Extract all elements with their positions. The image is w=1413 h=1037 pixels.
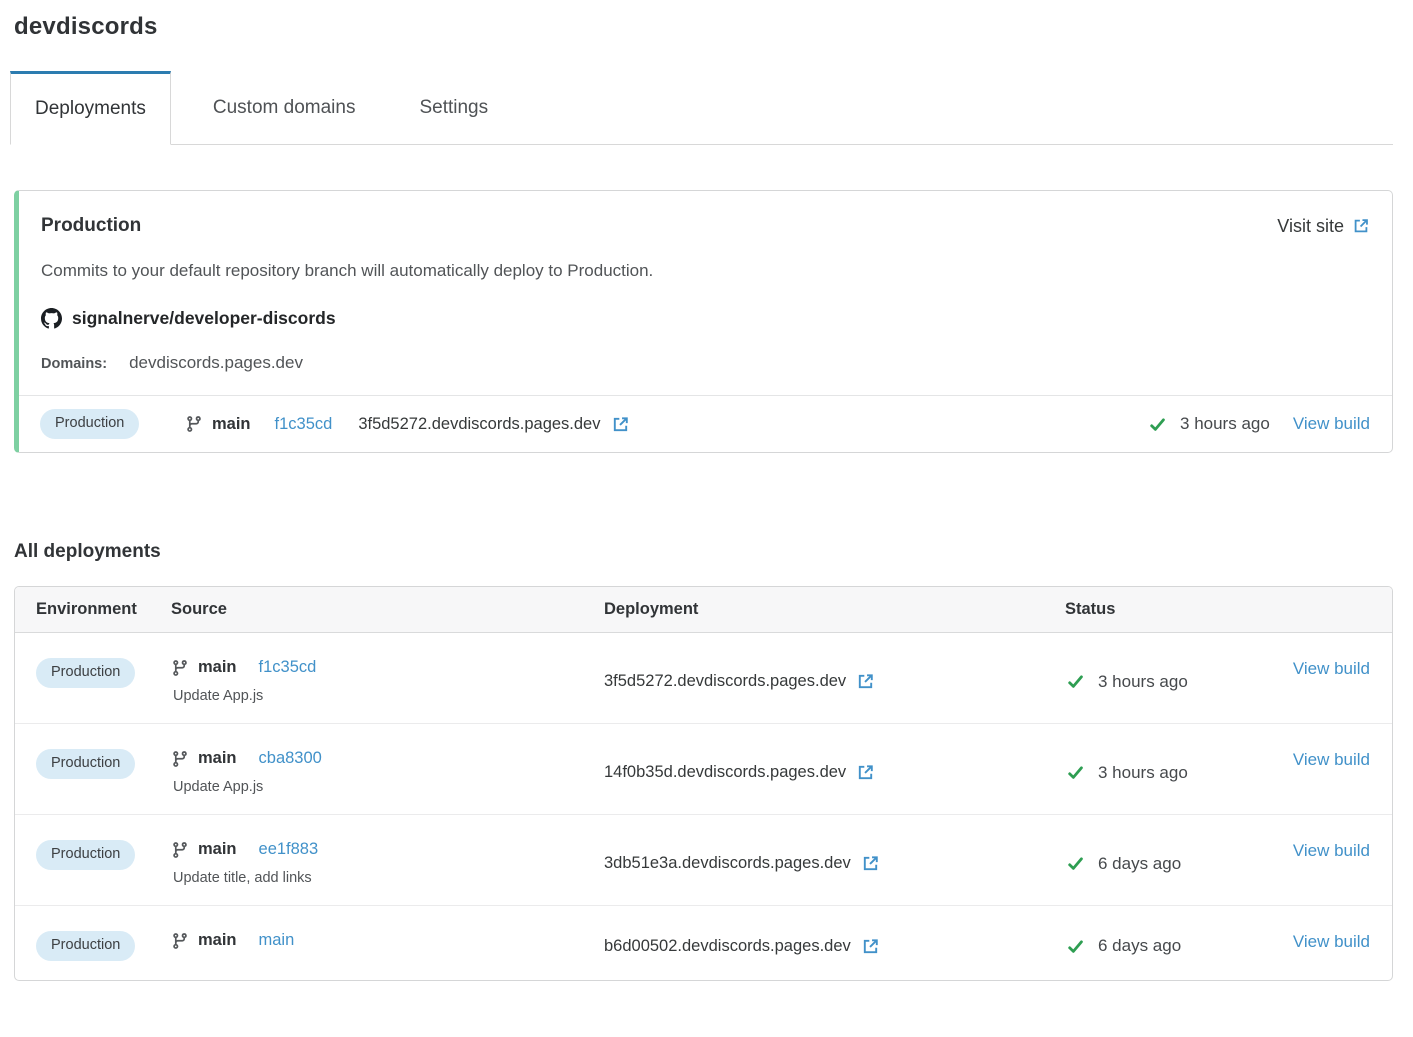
git-branch-icon bbox=[171, 750, 189, 768]
external-link-icon[interactable] bbox=[856, 672, 875, 691]
all-deployments-title: All deployments bbox=[14, 541, 1393, 563]
view-build-link[interactable]: View build bbox=[1293, 841, 1370, 861]
external-link-icon bbox=[1352, 217, 1370, 235]
table-header-row: Environment Source Deployment Status bbox=[15, 587, 1392, 633]
deployments-table-body: Production main f1c35cd Update App.js 3f… bbox=[15, 633, 1392, 980]
deployment-url: 14f0b35d.devdiscords.pages.dev bbox=[604, 763, 846, 782]
tab-bar: Deployments Custom domains Settings bbox=[10, 71, 1393, 145]
view-build-link[interactable]: View build bbox=[1293, 750, 1370, 770]
commit-message: Update App.js bbox=[173, 688, 316, 704]
external-link-icon[interactable] bbox=[861, 937, 880, 956]
status-time: 6 days ago bbox=[1098, 936, 1181, 956]
external-link-icon[interactable] bbox=[861, 854, 880, 873]
page-title: devdiscords bbox=[14, 13, 1393, 41]
success-check-icon bbox=[1065, 764, 1086, 781]
column-header-source: Source bbox=[171, 600, 604, 619]
branch-name: main bbox=[198, 658, 237, 677]
environment-badge: Production bbox=[40, 409, 139, 439]
tab-settings[interactable]: Settings bbox=[397, 71, 510, 144]
repository-name: signalnerve/developer-discords bbox=[72, 308, 336, 329]
tab-custom-domains[interactable]: Custom domains bbox=[191, 71, 378, 144]
table-row: Production main f1c35cd Update App.js 3f… bbox=[15, 633, 1392, 723]
column-header-deployment: Deployment bbox=[604, 600, 1065, 619]
environment-badge: Production bbox=[36, 931, 135, 961]
git-branch-icon bbox=[171, 659, 189, 677]
branch-name: main bbox=[198, 931, 237, 950]
visit-site-label: Visit site bbox=[1277, 216, 1344, 237]
commit-link[interactable]: main bbox=[259, 931, 295, 950]
git-branch-icon bbox=[171, 932, 189, 950]
deployments-table: Environment Source Deployment Status Pro… bbox=[14, 586, 1393, 981]
tab-deployments[interactable]: Deployments bbox=[10, 71, 171, 145]
branch-name: main bbox=[212, 415, 251, 434]
table-row: Production main ee1f883 Update title, ad… bbox=[15, 814, 1392, 905]
github-mark-icon bbox=[41, 308, 62, 329]
domains-value: devdiscords.pages.dev bbox=[129, 353, 303, 373]
commit-link[interactable]: ee1f883 bbox=[259, 840, 319, 859]
commit-message: Update App.js bbox=[173, 779, 322, 795]
visit-site-link[interactable]: Visit site bbox=[1277, 216, 1370, 237]
deployment-url: 3f5d5272.devdiscords.pages.dev bbox=[604, 672, 846, 691]
production-card: Production Visit site Commits to your de… bbox=[14, 190, 1393, 453]
environment-badge: Production bbox=[36, 749, 135, 779]
production-card-title: Production bbox=[41, 215, 141, 237]
domains-label: Domains: bbox=[41, 356, 107, 372]
page: devdiscords Deployments Custom domains S… bbox=[0, 0, 1413, 981]
git-branch-icon bbox=[171, 841, 189, 859]
external-link-icon[interactable] bbox=[856, 763, 875, 782]
success-check-icon bbox=[1065, 855, 1086, 872]
commit-link[interactable]: cba8300 bbox=[259, 749, 322, 768]
branch-name: main bbox=[198, 749, 237, 768]
table-row: Production main main b6d00502.devdiscord… bbox=[15, 905, 1392, 980]
production-deployment-row: Production main f1c35cd 3f5d5272.devdisc… bbox=[19, 396, 1392, 452]
environment-badge: Production bbox=[36, 658, 135, 688]
column-header-status: Status bbox=[1065, 600, 1284, 619]
success-check-icon bbox=[1147, 416, 1168, 433]
production-description: Commits to your default repository branc… bbox=[19, 237, 1392, 281]
deployment-url: b6d00502.devdiscords.pages.dev bbox=[604, 937, 851, 956]
git-branch-icon bbox=[185, 415, 203, 433]
status-time: 3 hours ago bbox=[1098, 672, 1188, 692]
view-build-link[interactable]: View build bbox=[1293, 414, 1370, 434]
success-check-icon bbox=[1065, 673, 1086, 690]
deployment-url: 3f5d5272.devdiscords.pages.dev bbox=[358, 415, 600, 434]
table-row: Production main cba8300 Update App.js 14… bbox=[15, 723, 1392, 814]
commit-link[interactable]: f1c35cd bbox=[259, 658, 317, 677]
view-build-link[interactable]: View build bbox=[1293, 932, 1370, 952]
external-link-icon[interactable] bbox=[611, 415, 630, 434]
success-check-icon bbox=[1065, 938, 1086, 955]
deployment-url: 3db51e3a.devdiscords.pages.dev bbox=[604, 854, 851, 873]
commit-link[interactable]: f1c35cd bbox=[275, 415, 333, 434]
commit-message: Update title, add links bbox=[173, 870, 318, 886]
view-build-link[interactable]: View build bbox=[1293, 659, 1370, 679]
status-time: 6 days ago bbox=[1098, 854, 1181, 874]
status-time: 3 hours ago bbox=[1180, 414, 1270, 434]
column-header-environment: Environment bbox=[36, 600, 171, 619]
status-time: 3 hours ago bbox=[1098, 763, 1188, 783]
environment-badge: Production bbox=[36, 840, 135, 870]
branch-name: main bbox=[198, 840, 237, 859]
